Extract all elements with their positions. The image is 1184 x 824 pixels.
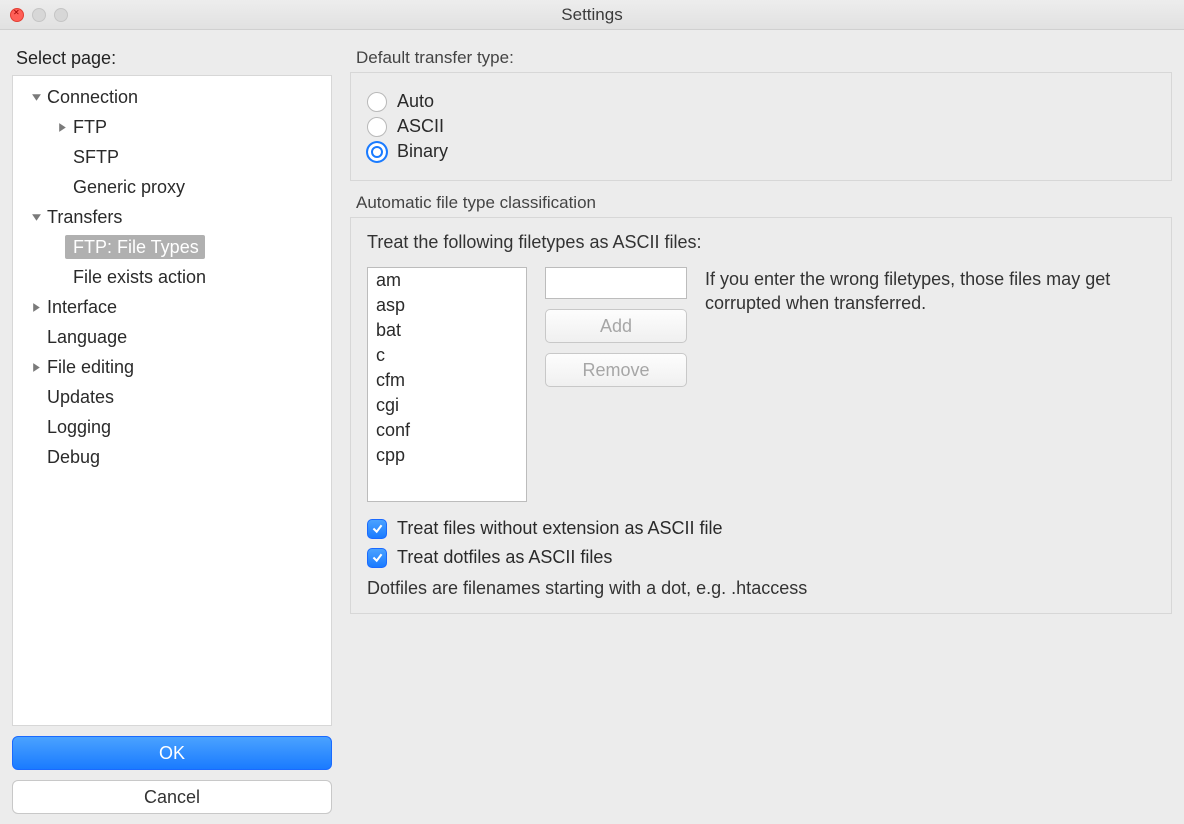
- radio-ascii[interactable]: [367, 117, 387, 137]
- tree-label: FTP: File Types: [71, 232, 199, 262]
- chevron-down-icon[interactable]: [27, 92, 45, 103]
- check-icon: [371, 551, 384, 564]
- tree-item-connection[interactable]: Connection: [27, 82, 331, 112]
- radio-row-ascii[interactable]: ASCII: [367, 116, 1155, 137]
- checkbox-dotfiles[interactable]: [367, 548, 387, 568]
- tree-label: File exists action: [71, 262, 206, 292]
- check-row-noext[interactable]: Treat files without extension as ASCII f…: [367, 518, 1155, 539]
- list-item[interactable]: conf: [368, 418, 526, 443]
- ok-button[interactable]: OK: [12, 736, 332, 770]
- filetype-list[interactable]: am asp bat c cfm cgi conf cpp: [367, 267, 527, 502]
- auto-classification-label: Automatic file type classification: [356, 193, 1172, 213]
- checkbox-label: Treat files without extension as ASCII f…: [397, 518, 723, 539]
- tree-label: FTP: [71, 112, 107, 142]
- close-window-button[interactable]: [10, 8, 24, 22]
- tree-label: Language: [45, 322, 127, 352]
- filetype-input[interactable]: [545, 267, 687, 299]
- list-item[interactable]: cpp: [368, 443, 526, 468]
- radio-row-auto[interactable]: Auto: [367, 91, 1155, 112]
- tree-label: Transfers: [45, 202, 122, 232]
- tree-label: SFTP: [71, 142, 119, 172]
- radio-label: Auto: [397, 91, 434, 112]
- radio-auto[interactable]: [367, 92, 387, 112]
- check-row-dotfiles[interactable]: Treat dotfiles as ASCII files: [367, 547, 1155, 568]
- window-title: Settings: [0, 5, 1184, 25]
- radio-label: Binary: [397, 141, 448, 162]
- tree-item-language[interactable]: Language: [27, 322, 331, 352]
- treat-filetypes-label: Treat the following filetypes as ASCII f…: [367, 232, 1155, 253]
- tree-item-sftp[interactable]: SFTP: [27, 142, 331, 172]
- list-item[interactable]: am: [368, 268, 526, 293]
- chevron-right-icon[interactable]: [53, 122, 71, 133]
- chevron-right-icon[interactable]: [27, 302, 45, 313]
- default-transfer-type-label: Default transfer type:: [356, 48, 1172, 68]
- tree-item-debug[interactable]: Debug: [27, 442, 331, 472]
- checkbox-label: Treat dotfiles as ASCII files: [397, 547, 612, 568]
- chevron-right-icon[interactable]: [27, 362, 45, 373]
- tree-label: Updates: [45, 382, 114, 412]
- filetype-warning: If you enter the wrong filetypes, those …: [705, 267, 1145, 316]
- tree-item-generic-proxy[interactable]: Generic proxy: [27, 172, 331, 202]
- titlebar: Settings: [0, 0, 1184, 30]
- tree-label: Interface: [45, 292, 117, 322]
- tree-label: File editing: [45, 352, 134, 382]
- list-item[interactable]: cfm: [368, 368, 526, 393]
- chevron-down-icon[interactable]: [27, 212, 45, 223]
- tree-item-interface[interactable]: Interface: [27, 292, 331, 322]
- tree-label: Logging: [45, 412, 111, 442]
- auto-classification-group: Treat the following filetypes as ASCII f…: [350, 217, 1172, 614]
- list-item[interactable]: bat: [368, 318, 526, 343]
- check-icon: [371, 522, 384, 535]
- tree-label: Connection: [45, 82, 138, 112]
- add-button[interactable]: Add: [545, 309, 687, 343]
- radio-label: ASCII: [397, 116, 444, 137]
- tree-item-file-exists[interactable]: File exists action: [27, 262, 331, 292]
- tree-item-updates[interactable]: Updates: [27, 382, 331, 412]
- tree-item-logging[interactable]: Logging: [27, 412, 331, 442]
- tree-label: Debug: [45, 442, 100, 472]
- radio-binary[interactable]: [367, 142, 387, 162]
- remove-button[interactable]: Remove: [545, 353, 687, 387]
- tree-item-transfers[interactable]: Transfers: [27, 202, 331, 232]
- page-tree[interactable]: Connection FTP SFTP Generic proxy: [12, 75, 332, 726]
- tree-item-ftp[interactable]: FTP: [27, 112, 331, 142]
- list-item[interactable]: cgi: [368, 393, 526, 418]
- select-page-label: Select page:: [16, 48, 332, 69]
- checkbox-noext[interactable]: [367, 519, 387, 539]
- zoom-window-button[interactable]: [54, 8, 68, 22]
- tree-item-ftp-file-types[interactable]: FTP: File Types: [27, 232, 331, 262]
- tree-item-file-editing[interactable]: File editing: [27, 352, 331, 382]
- list-item[interactable]: c: [368, 343, 526, 368]
- default-transfer-type-group: Auto ASCII Binary: [350, 72, 1172, 181]
- dotfiles-note: Dotfiles are filenames starting with a d…: [367, 578, 1155, 599]
- tree-label: Generic proxy: [71, 172, 185, 202]
- minimize-window-button[interactable]: [32, 8, 46, 22]
- cancel-button[interactable]: Cancel: [12, 780, 332, 814]
- list-item[interactable]: asp: [368, 293, 526, 318]
- radio-row-binary[interactable]: Binary: [367, 141, 1155, 162]
